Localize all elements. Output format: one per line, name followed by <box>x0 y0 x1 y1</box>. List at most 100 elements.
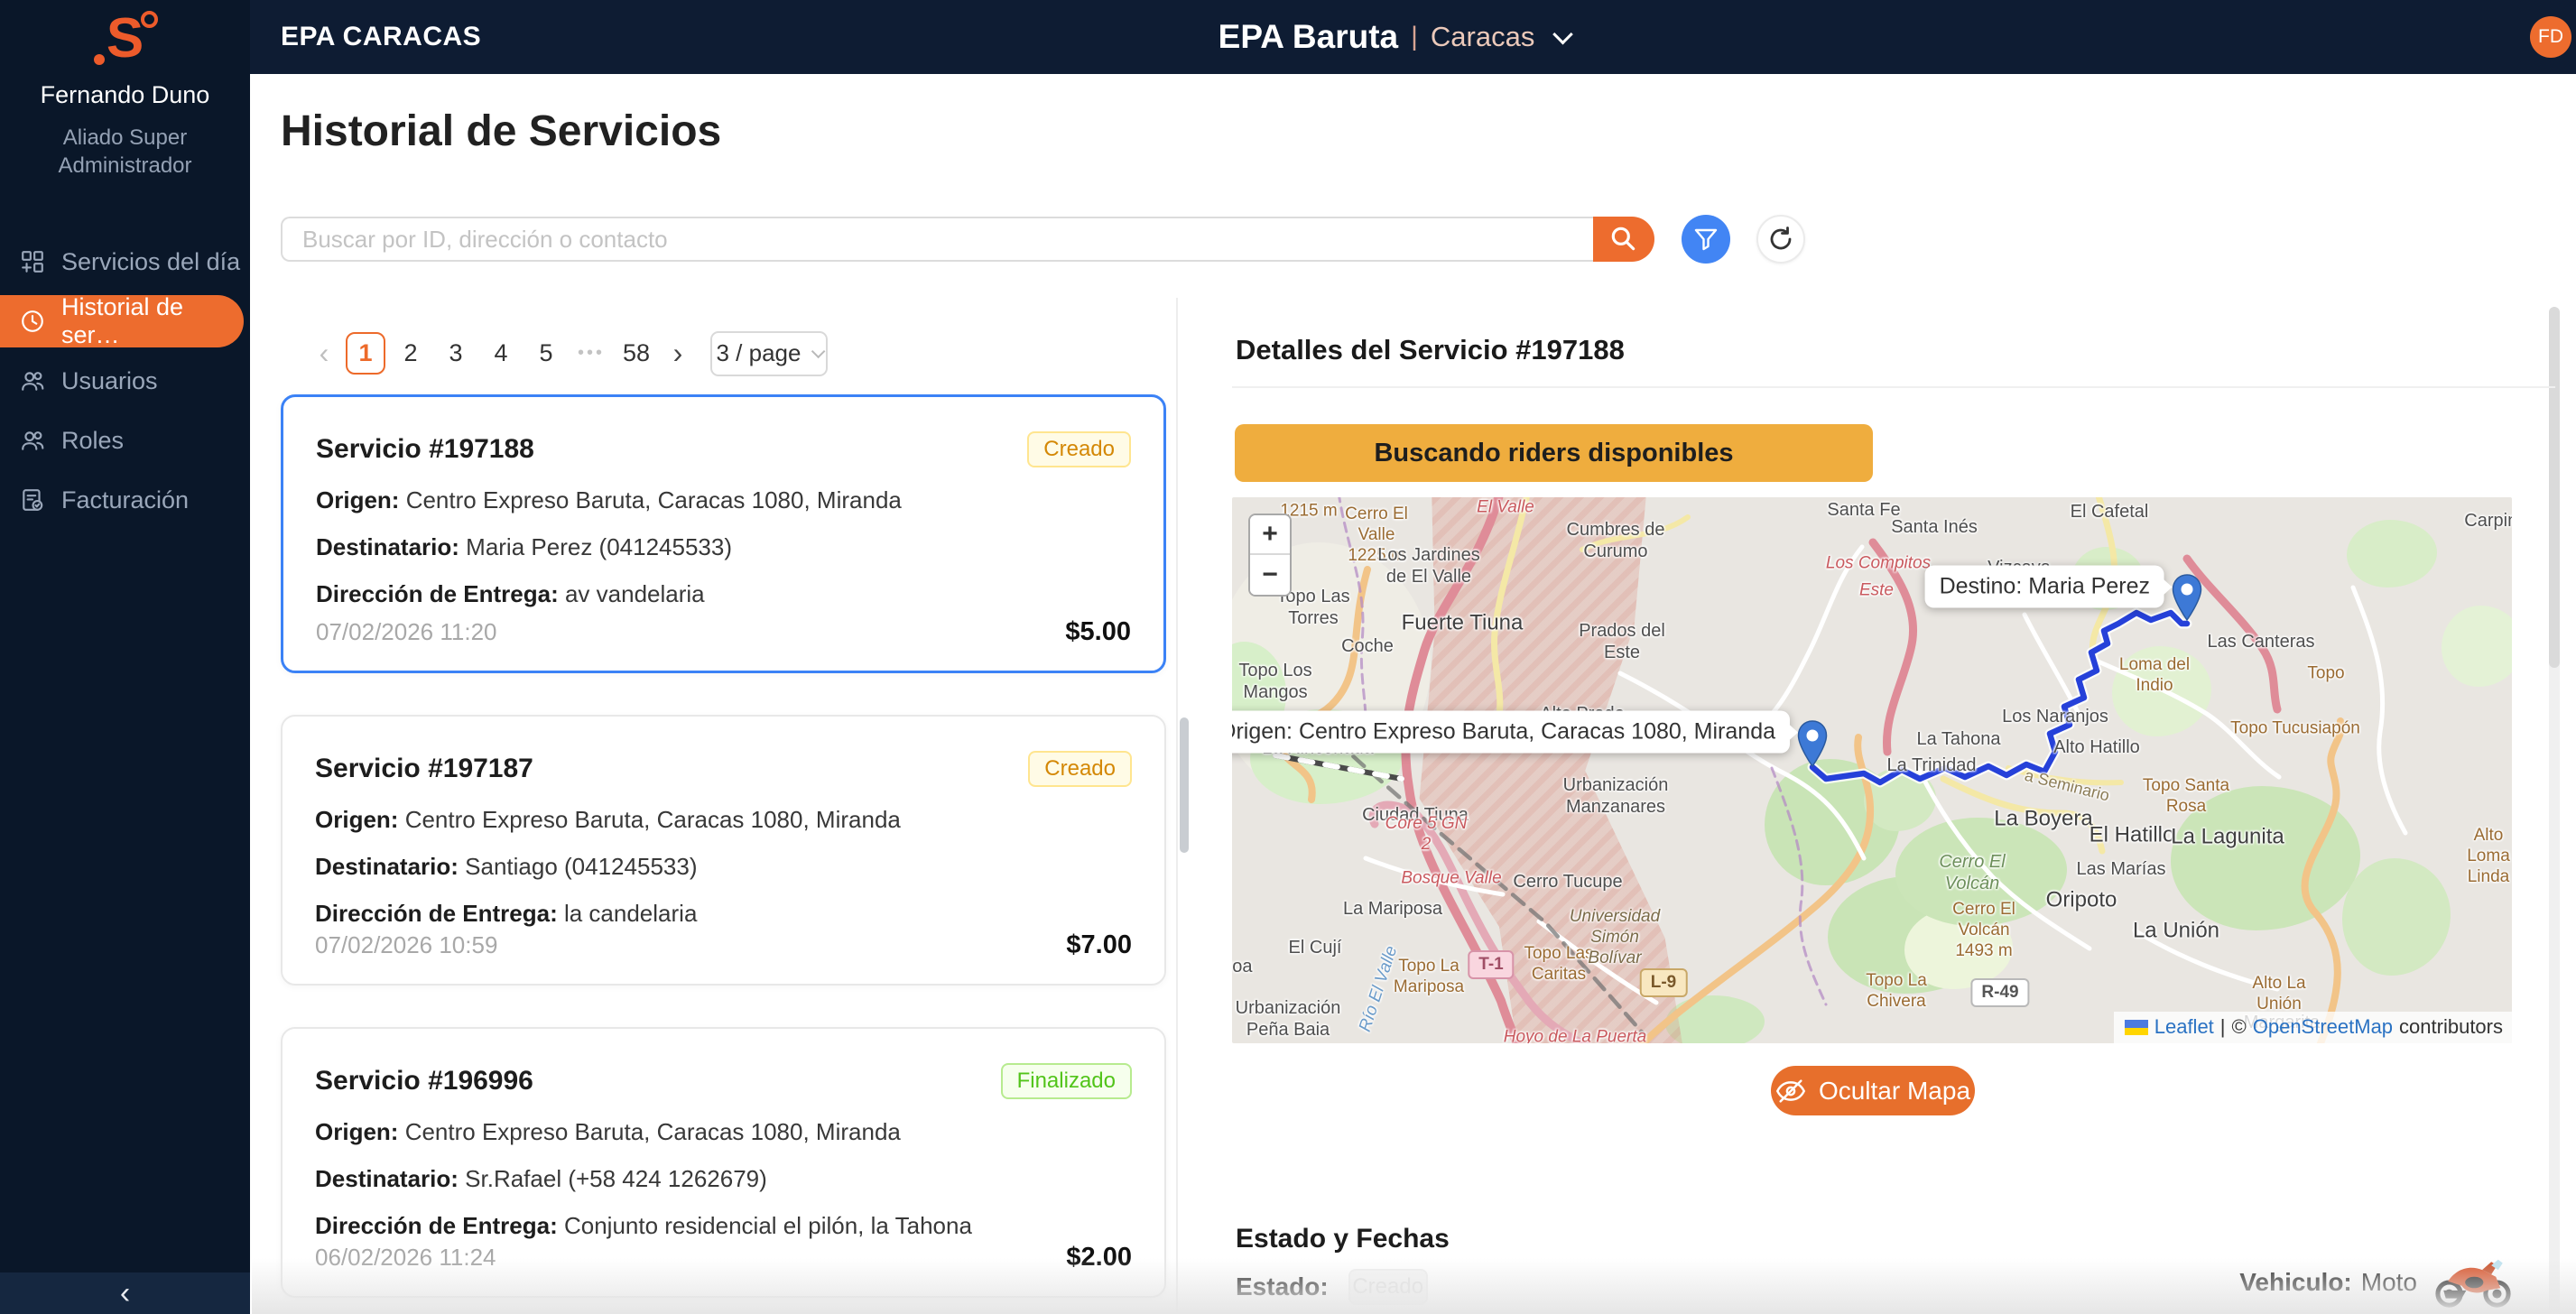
ukraine-flag-icon <box>2125 1020 2148 1035</box>
map[interactable]: 1215 mCerro El Valle 1225 mEl ValleLos J… <box>1232 497 2512 1043</box>
user-name: Fernando Duno <box>0 81 250 109</box>
avatar[interactable]: FD <box>2530 16 2571 58</box>
service-address: Dirección de Entrega: Conjunto residenci… <box>315 1212 1132 1240</box>
location-title: EPA Baruta <box>1219 18 1398 56</box>
pagination-page-3[interactable]: 3 <box>436 332 476 375</box>
service-origin: Origen: Centro Expreso Baruta, Caracas 1… <box>315 806 1132 834</box>
zoom-in-button[interactable]: + <box>1250 515 1290 555</box>
user-role: Aliado Super Administrador <box>0 124 250 180</box>
attribution-copy: © <box>2232 1015 2247 1039</box>
filter-button[interactable] <box>1682 215 1730 264</box>
service-recipient: Destinatario: Maria Perez (041245533) <box>316 533 1131 561</box>
topbar: EPA CARACAS EPA Baruta | Caracas FD <box>0 0 2576 74</box>
pagination-next[interactable]: › <box>662 332 694 375</box>
sidebar-item-usuarios[interactable]: Usuarios <box>0 355 250 407</box>
collapse-icon: ‹ <box>120 1276 130 1311</box>
details-divider <box>1232 386 2555 388</box>
pagination-ellipsis: ••• <box>571 332 611 375</box>
status-badge: Creado <box>1028 751 1132 787</box>
service-date: 07/02/2026 11:20 <box>316 618 496 646</box>
refresh-button[interactable] <box>1756 215 1805 264</box>
users-icon <box>20 368 45 393</box>
location-switcher[interactable]: EPA Baruta | Caracas <box>1219 0 1568 74</box>
origin-tooltip: Origen: Centro Expreso Baruta, Caracas 1… <box>1232 711 1790 754</box>
service-title: Servicio #196996 <box>315 1066 533 1097</box>
sidebar-collapse-button[interactable]: ‹ <box>0 1272 250 1314</box>
attribution-separator: | <box>2220 1015 2226 1039</box>
search-icon <box>1608 224 1639 254</box>
sidebar-item-label: Usuarios <box>61 367 158 395</box>
column-divider <box>1176 298 1178 1314</box>
service-origin: Origen: Centro Expreso Baruta, Caracas 1… <box>315 1118 1132 1146</box>
page-title: Historial de Servicios <box>281 106 721 156</box>
osm-link[interactable]: OpenStreetMap <box>2253 1015 2393 1039</box>
service-title: Servicio #197188 <box>316 434 534 465</box>
hide-map-button[interactable]: Ocultar Mapa <box>1771 1066 1975 1115</box>
service-date: 07/02/2026 10:59 <box>315 931 497 959</box>
pagination-page-5[interactable]: 5 <box>526 332 566 375</box>
estado-badge: Creado <box>1348 1269 1428 1305</box>
page-size-select[interactable]: 3 / page <box>710 331 828 376</box>
location-separator: | <box>1411 22 1418 52</box>
destination-tooltip: Destino: Maria Perez <box>1925 566 2164 608</box>
pagination-page-4[interactable]: 4 <box>481 332 521 375</box>
eye-slash-icon <box>1775 1078 1806 1105</box>
grid-icon <box>20 249 45 274</box>
service-price: $7.00 <box>1066 930 1132 960</box>
service-card[interactable]: Servicio #197188 Creado Origen: Centro Exp… <box>281 394 1166 673</box>
service-card[interactable]: Servicio #197187 Creado Origen: Centro Exp… <box>281 715 1166 986</box>
search-button[interactable] <box>1593 217 1654 262</box>
refresh-icon <box>1766 225 1795 254</box>
pagination: ‹12345•••58› 3 / page <box>308 328 828 378</box>
sidebar-item-servicios-del-d-a[interactable]: Servicios del día <box>0 236 250 288</box>
zoom-out-button[interactable]: − <box>1250 555 1290 595</box>
service-recipient: Destinatario: Santiago (041245533) <box>315 853 1132 881</box>
sidebar: S Fernando Duno Aliado Super Administrad… <box>0 0 250 1314</box>
estado-row: Estado: Creado <box>1236 1269 1428 1305</box>
pagination-page-1[interactable]: 1 <box>346 332 385 375</box>
service-address: Dirección de Entrega: la candelaria <box>315 900 1132 928</box>
searching-riders-banner: Buscando riders disponibles <box>1235 424 1873 482</box>
search-input[interactable] <box>281 217 1593 262</box>
pagination-page-2[interactable]: 2 <box>391 332 431 375</box>
destination-marker-icon[interactable] <box>2172 574 2202 621</box>
status-badge: Finalizado <box>1001 1063 1132 1099</box>
page-size-value: 3 / page <box>717 339 802 367</box>
status-badge: Creado <box>1027 431 1131 467</box>
app-root: EPA CARACAS EPA Baruta | Caracas FD S Fe… <box>0 0 2576 1314</box>
attribution-contributors: contributors <box>2399 1015 2503 1039</box>
pagination-page-58[interactable]: 58 <box>616 332 656 375</box>
panel-scrollbar-thumb[interactable] <box>2549 307 2560 668</box>
service-recipient: Destinatario: Sr.Rafael (+58 424 1262679… <box>315 1165 1132 1193</box>
sidebar-item-roles[interactable]: Roles <box>0 414 250 467</box>
org-brand: EPA CARACAS <box>281 22 481 52</box>
roles-icon <box>20 428 45 453</box>
service-card[interactable]: Servicio #196996 Finalizado Origen: Centro… <box>281 1027 1166 1298</box>
service-origin: Origen: Centro Expreso Baruta, Caracas 1… <box>316 486 1131 514</box>
list-scrollbar[interactable] <box>1180 717 1189 853</box>
service-price: $5.00 <box>1065 617 1131 647</box>
service-address: Dirección de Entrega: av vandelaria <box>316 580 1131 608</box>
service-price: $2.00 <box>1066 1243 1132 1272</box>
leaflet-link[interactable]: Leaflet <box>2154 1015 2214 1039</box>
map-attribution: Leaflet | © OpenStreetMap contributors <box>2114 1012 2512 1043</box>
invoice-icon <box>20 487 45 513</box>
sidebar-item-historial-de-ser-[interactable]: Historial de ser… <box>0 295 244 347</box>
sidebar-item-label: Historial de ser… <box>61 293 244 349</box>
origin-marker-icon[interactable] <box>1797 720 1828 767</box>
motorcycle-icon <box>2432 1256 2515 1309</box>
vehicle-value: Moto <box>2361 1268 2417 1297</box>
chevron-down-icon <box>811 345 826 359</box>
details-title: Detalles del Servicio #197188 <box>1236 334 1625 366</box>
pagination-prev[interactable]: ‹ <box>308 332 340 375</box>
history-icon <box>20 309 45 334</box>
service-title: Servicio #197187 <box>315 754 533 784</box>
sidebar-item-facturaci-n[interactable]: Facturación <box>0 474 250 526</box>
sidebar-item-label: Servicios del día <box>61 248 240 276</box>
vehicle-row: Vehiculo: Moto <box>2239 1256 2515 1309</box>
sidebar-nav: Servicios del día Historial de ser… Usuari… <box>0 236 250 526</box>
status-dates-heading: Estado y Fechas <box>1236 1224 1450 1254</box>
chevron-down-icon <box>1552 24 1573 45</box>
map-zoom-control: + − <box>1248 514 1292 597</box>
estado-label: Estado: <box>1236 1272 1329 1301</box>
